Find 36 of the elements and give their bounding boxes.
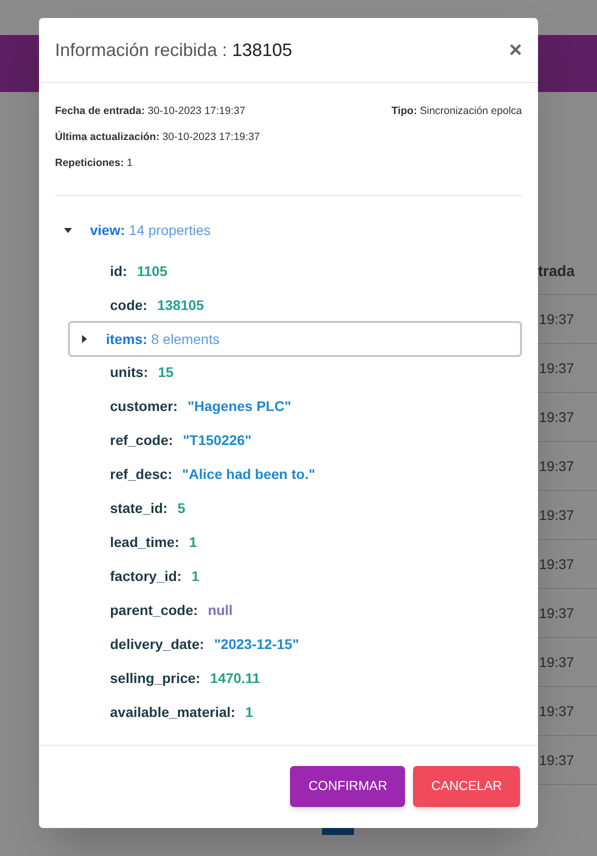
tree-node-row[interactable]: items: 8 elements (68, 321, 522, 357)
tree-node[interactable]: view: 14 properties (90, 220, 211, 240)
table-cell-text: 19:37 (539, 408, 574, 426)
info-text: Tipo: Sincronización epolca (391, 105, 522, 119)
tree-property: code: 138105 (110, 296, 204, 314)
table-cell-text: 19:37 (539, 506, 574, 524)
dialog-title: Información recibida : 138105 (55, 38, 292, 62)
table-cell-text: 19:37 (539, 358, 574, 378)
close-button[interactable]: × (509, 39, 522, 61)
tree-property: factory_id: 1 (110, 566, 200, 586)
column-header: trada (538, 262, 575, 282)
tree-property: units: 15 (110, 362, 174, 382)
table-cell-text: 19:37 (539, 456, 574, 476)
tree-property: ref_desc: "Alice had been to." (110, 464, 316, 484)
table-cell-text: 19:37 (539, 310, 574, 328)
tree-property: parent_code: null (110, 600, 233, 620)
dialog-button[interactable]: CONFIRMAR (290, 766, 406, 806)
table-cell-text: 19:37 (539, 702, 574, 720)
table-cell-text: 19:37 (539, 652, 574, 672)
tree-property: selling_price: 1470.11 (110, 668, 260, 688)
tree-property: state_id: 5 (110, 498, 186, 518)
tree-property: id: 1105 (110, 262, 168, 280)
caret-down-icon[interactable] (64, 226, 72, 234)
table-cell-text: 19:37 (539, 750, 574, 770)
tree-property: available_material: 1 (110, 702, 253, 722)
info-text: Última actualización: 30-10-2023 17:19:37 (55, 131, 260, 144)
tree-property: customer: "Hagenes PLC" (110, 396, 292, 416)
table-cell-text: 19:37 (539, 554, 574, 574)
dialog-button[interactable]: CANCELAR (413, 766, 520, 806)
info-text: Repeticiones: 1 (55, 157, 134, 170)
tree-property: lead_time: 1 (110, 532, 197, 552)
tree-property: ref_code: "T150226" (110, 430, 252, 450)
tree-property: delivery_date: "2023-12-15" (110, 634, 299, 654)
table-cell-text: 19:37 (539, 604, 574, 622)
caret-right-icon[interactable] (80, 335, 88, 343)
info-text: Fecha de entrada: 30-10-2023 17:19:37 (55, 105, 246, 118)
